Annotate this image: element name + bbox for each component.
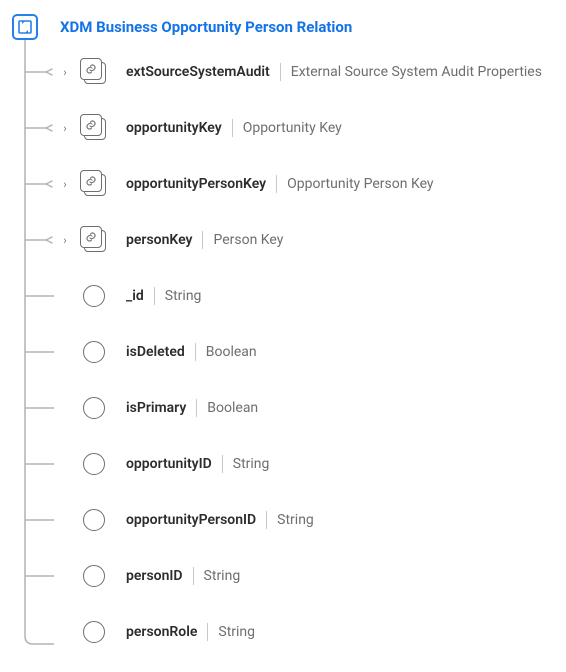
field-name: personKey	[126, 232, 192, 248]
schema-title: XDM Business Opportunity Person Relation	[60, 18, 352, 36]
field-name: opportunityID	[126, 456, 212, 472]
scalar-field-icon	[76, 397, 112, 419]
field-row[interactable]: isDeleted Boolean	[58, 324, 566, 380]
schema-icon	[12, 14, 38, 40]
field-type: Opportunity Key	[243, 120, 342, 136]
expand-chevron-icon[interactable]: ›	[58, 234, 72, 247]
scalar-field-icon	[76, 453, 112, 475]
field-type: String	[233, 456, 270, 472]
object-field-icon	[76, 114, 112, 142]
object-field-icon	[76, 226, 112, 254]
scalar-field-icon	[76, 341, 112, 363]
scalar-field-icon	[76, 285, 112, 307]
expand-chevron-icon[interactable]: ›	[58, 66, 72, 79]
field-row[interactable]: › personKey Person Key	[58, 212, 566, 268]
field-row[interactable]: › extSourceSystemAudit External Source Sys…	[58, 44, 566, 100]
field-name: isPrimary	[126, 400, 186, 416]
expand-chevron-icon[interactable]: ›	[58, 178, 72, 191]
divider	[196, 399, 197, 417]
scalar-field-icon	[76, 621, 112, 643]
divider	[280, 63, 281, 81]
field-type: String	[165, 288, 202, 304]
field-row[interactable]: personRole String	[58, 604, 566, 660]
divider	[193, 567, 194, 585]
field-type: String	[277, 512, 314, 528]
object-field-icon	[76, 170, 112, 198]
scalar-field-icon	[76, 565, 112, 587]
divider	[207, 623, 208, 641]
field-type: String	[218, 624, 255, 640]
field-name: personRole	[126, 624, 197, 640]
field-name: _id	[126, 288, 144, 304]
field-name: extSourceSystemAudit	[126, 64, 270, 80]
field-name: opportunityKey	[126, 120, 222, 136]
divider	[266, 511, 267, 529]
field-name: opportunityPersonKey	[126, 176, 266, 192]
object-field-icon	[76, 58, 112, 86]
divider	[232, 119, 233, 137]
divider	[154, 287, 155, 305]
divider	[222, 455, 223, 473]
field-type: String	[204, 568, 241, 584]
field-row[interactable]: opportunityID String	[58, 436, 566, 492]
expand-chevron-icon[interactable]: ›	[58, 122, 72, 135]
field-name: isDeleted	[126, 344, 185, 360]
divider	[195, 343, 196, 361]
schema-fields: › extSourceSystemAudit External Source Sys…	[28, 44, 566, 660]
field-type: Opportunity Person Key	[287, 176, 433, 192]
field-type: Boolean	[206, 344, 257, 360]
field-row[interactable]: _id String	[58, 268, 566, 324]
field-row[interactable]: personID String	[58, 548, 566, 604]
schema-root[interactable]: XDM Business Opportunity Person Relation	[0, 0, 566, 40]
field-type: Boolean	[207, 400, 258, 416]
divider	[202, 231, 203, 249]
field-row[interactable]: isPrimary Boolean	[58, 380, 566, 436]
field-name: personID	[126, 568, 183, 584]
field-type: Person Key	[213, 232, 283, 248]
field-name: opportunityPersonID	[126, 512, 256, 528]
field-row[interactable]: › opportunityPersonKey Opportunity Person …	[58, 156, 566, 212]
field-row[interactable]: › opportunityKey Opportunity Key	[58, 100, 566, 156]
field-type: External Source System Audit Properties	[291, 64, 542, 80]
field-row[interactable]: opportunityPersonID String	[58, 492, 566, 548]
scalar-field-icon	[76, 509, 112, 531]
divider	[276, 175, 277, 193]
